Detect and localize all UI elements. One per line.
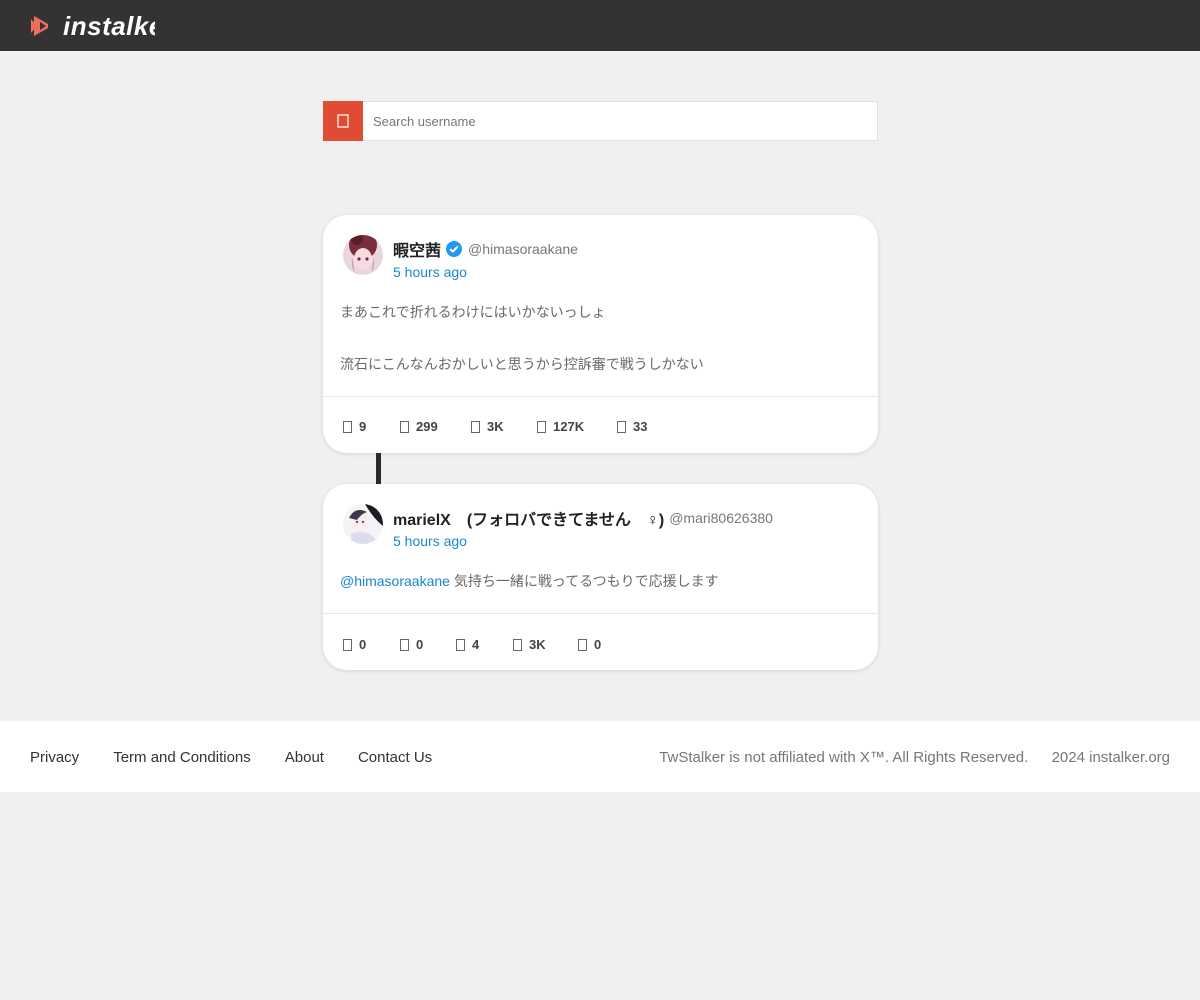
search-bar	[323, 101, 878, 141]
retweet-count[interactable]: 0	[400, 637, 456, 652]
tweet-timestamp[interactable]: 5 hours ago	[393, 533, 467, 549]
user-handle[interactable]: @himasoraakane	[468, 241, 578, 257]
site-logo[interactable]: instalker	[28, 10, 155, 41]
reply-icon	[343, 420, 352, 433]
tweet-paragraph: まあこれで折れるわけにはいかないっしょ	[340, 304, 606, 320]
retweet-count[interactable]: 299	[400, 419, 471, 434]
like-count[interactable]: 4	[456, 637, 513, 652]
terms-link[interactable]: Term and Conditions	[113, 749, 251, 766]
reply-icon	[343, 638, 352, 651]
search-input[interactable]	[363, 102, 877, 140]
like-icon	[471, 420, 480, 433]
privacy-link[interactable]: Privacy	[30, 749, 79, 766]
views-icon	[537, 420, 546, 433]
display-name[interactable]: marielX (フォロバできてません ♀)	[393, 506, 664, 530]
views-count[interactable]: 127K	[537, 419, 617, 434]
tweet-text: @himasoraakane 気持ち一緒に戦ってるつもりで応援します	[340, 572, 861, 590]
bookmark-icon	[617, 420, 626, 433]
tweet-paragraph: 流石にこんなんおかしいと思うから控訴審で戦うしかない	[340, 356, 704, 372]
display-name[interactable]: 暇空茜	[393, 237, 441, 261]
retweet-icon	[400, 638, 409, 651]
footer: Privacy Term and Conditions About Contac…	[0, 721, 1200, 792]
reply-count[interactable]: 0	[343, 637, 400, 652]
logo-icon	[31, 16, 48, 36]
like-count[interactable]: 3K	[471, 419, 537, 434]
logo-text: instalker	[63, 10, 155, 41]
bookmark-count[interactable]: 33	[617, 419, 647, 434]
tweet-card: marielX (フォロバできてません ♀) @mari80626380 5 h…	[323, 484, 878, 670]
avatar[interactable]	[343, 235, 383, 275]
tweet-stats: 9 299 3K 127K 33	[343, 419, 647, 434]
search-button[interactable]	[323, 101, 363, 141]
bookmark-icon	[578, 638, 587, 651]
footer-links: Privacy Term and Conditions About Contac…	[30, 749, 466, 766]
divider	[323, 396, 878, 397]
top-navbar: instalker	[0, 0, 1200, 51]
retweet-icon	[400, 420, 409, 433]
avatar[interactable]	[343, 504, 383, 544]
about-link[interactable]: About	[285, 749, 324, 766]
views-count[interactable]: 3K	[513, 637, 578, 652]
divider	[323, 613, 878, 614]
copyright-text: TwStalker is not affiliated with X™. All…	[659, 749, 1170, 766]
verified-badge-icon	[446, 241, 463, 257]
tweet-text: まあこれで折れるわけにはいかないっしょ 流石にこんなんおかしいと思うから控訴審で…	[340, 303, 861, 373]
mention-link[interactable]: @himasoraakane	[340, 573, 450, 589]
views-icon	[513, 638, 522, 651]
tweet-timestamp[interactable]: 5 hours ago	[393, 264, 467, 280]
bookmark-count[interactable]: 0	[578, 637, 601, 652]
reply-count[interactable]: 9	[343, 419, 400, 434]
thread-connector	[376, 453, 381, 484]
search-icon	[337, 114, 349, 128]
tweet-body: 気持ち一緒に戦ってるつもりで応援します	[449, 573, 719, 589]
like-icon	[456, 638, 465, 651]
tweet-stats: 0 0 4 3K 0	[343, 637, 601, 652]
user-handle[interactable]: @mari80626380	[669, 510, 773, 526]
contact-link[interactable]: Contact Us	[358, 749, 432, 766]
tweet-card: 暇空茜 @himasoraakane 5 hours ago まあこれで折れるわ…	[323, 215, 878, 453]
